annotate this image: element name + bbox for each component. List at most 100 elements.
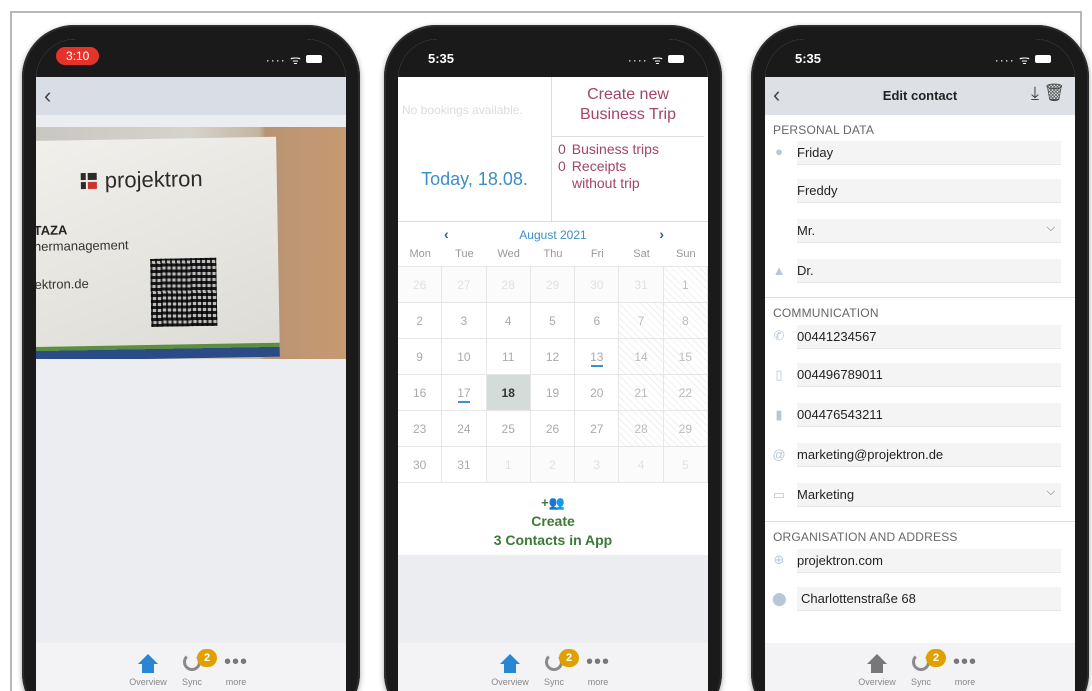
calendar-day[interactable]: 4	[619, 447, 664, 483]
title-field[interactable]: Dr.	[797, 259, 1061, 283]
status-icons: ···· ᯤ	[995, 51, 1051, 68]
calendar-day[interactable]: 30	[398, 447, 443, 483]
calendar-day[interactable]: 27	[442, 267, 487, 303]
section-organisation: ORGANISATION AND ADDRESS	[765, 521, 1075, 545]
calendar-day[interactable]: 2	[398, 303, 443, 339]
calendar-day[interactable]: 3	[442, 303, 487, 339]
street-field[interactable]: Charlottenstraße 68	[797, 587, 1061, 611]
calendar-day[interactable]: 20	[575, 375, 620, 411]
back-icon[interactable]: ‹	[44, 83, 51, 109]
create-business-trip-button[interactable]: Create new Business Trip	[551, 77, 704, 137]
status-icons: ···· ᯤ	[628, 51, 684, 68]
calendar-day[interactable]: 21	[619, 375, 664, 411]
tab-more[interactable]: ••• more	[568, 647, 628, 687]
phone-scan-screen: 3:10 ···· ᯤ ‹ projektron TAZA nermanagem…	[36, 39, 346, 691]
calendar-day[interactable]: 12	[530, 339, 576, 375]
status-time: 3:10	[56, 47, 100, 65]
calendar-day[interactable]: 28	[486, 267, 531, 303]
card-stripe	[36, 342, 280, 359]
calendar-day[interactable]: 10	[442, 339, 487, 375]
fax-icon: ▮	[775, 407, 783, 422]
first-name-field[interactable]: Friday	[797, 141, 1061, 165]
salutation-select[interactable]: Mr. ⌵	[797, 219, 1061, 243]
calendar-day[interactable]: 19	[530, 375, 576, 411]
next-month-icon[interactable]: ›	[659, 226, 664, 242]
battery-icon	[668, 55, 684, 63]
calendar-day[interactable]: 24	[442, 411, 487, 447]
tab-bar: Overview 2 Sync ••• more	[765, 643, 1075, 691]
calendar-day[interactable]: 30	[575, 267, 620, 303]
phone-icon: ✆	[773, 328, 785, 343]
calendar-day[interactable]: 4	[486, 303, 531, 339]
calendar-day[interactable]: 29	[530, 267, 576, 303]
nav-bar: ‹ Edit contact ⤓ 🗑	[765, 77, 1075, 115]
tab-more-label: more	[954, 677, 976, 687]
tab-more[interactable]: ••• more	[935, 647, 995, 687]
calendar-day[interactable]: 31	[619, 267, 664, 303]
mobile-field[interactable]: 004496789011	[797, 363, 1061, 387]
department-icon: ▭	[772, 487, 786, 502]
department-value: Marketing	[797, 487, 855, 502]
calendar-day[interactable]: 6	[575, 303, 620, 339]
home-icon	[500, 654, 520, 673]
status-time: 5:35	[428, 51, 455, 66]
trash-icon[interactable]: 🗑	[1043, 83, 1065, 103]
today-label[interactable]: Today, 18.08.	[398, 137, 551, 221]
tab-bar: Overview 2 Sync ••• more	[36, 643, 346, 691]
phone-edit-screen: 5:35 ···· ᯤ ‹ Edit contact ⤓ 🗑 PERSONAL …	[765, 39, 1075, 691]
tab-more[interactable]: ••• more	[206, 647, 266, 687]
calendar-day[interactable]: 9	[398, 339, 443, 375]
calendar-day[interactable]: 27	[575, 411, 620, 447]
calendar-day[interactable]: 15	[663, 339, 708, 375]
phone-field[interactable]: 00441234567	[797, 325, 1061, 349]
calendar-day[interactable]: 17	[442, 375, 487, 411]
chevron-down-icon: ⌵	[1046, 222, 1055, 234]
phone-overview-screen: 5:35 ···· ᯤ No bookings available. Creat…	[398, 39, 708, 691]
status-bar: 5:35 ···· ᯤ	[765, 39, 1075, 77]
weekday-label: Thu	[543, 248, 563, 260]
calendar-day[interactable]: 29	[663, 411, 708, 447]
calendar-day[interactable]: 3	[575, 447, 620, 483]
calendar-day[interactable]: 5	[663, 447, 708, 483]
website-field[interactable]: projektron.com	[797, 549, 1061, 573]
calendar-day[interactable]: 18	[486, 375, 531, 411]
fax-field[interactable]: 004476543211	[797, 403, 1061, 427]
camera-preview[interactable]: projektron TAZA nermanagement ektron.de	[36, 127, 346, 359]
calendar-day[interactable]: 5	[530, 303, 576, 339]
create-contacts-line2: 3 Contacts in App	[493, 532, 613, 548]
calendar-day[interactable]: 26	[398, 267, 443, 303]
card-role: nermanagement	[36, 237, 129, 254]
calendar-day[interactable]: 2	[530, 447, 576, 483]
email-field[interactable]: marketing@projektron.de	[797, 443, 1061, 467]
overview-header: No bookings available. Create new Busine…	[398, 77, 708, 221]
calendar-day[interactable]: 1	[486, 447, 531, 483]
home-icon	[867, 654, 887, 673]
create-contacts-button[interactable]: +👥 Create 3 Contacts in App	[398, 489, 708, 555]
calendar-day[interactable]: 8	[663, 303, 708, 339]
trip-stats[interactable]: 0 Business trips 0 Receipts without trip	[551, 137, 704, 221]
nav-bar: ‹	[36, 77, 346, 115]
calendar-day[interactable]: 7	[619, 303, 664, 339]
tab-more-label: more	[225, 677, 247, 687]
last-name-field[interactable]: Freddy	[797, 179, 1061, 203]
card-website: ektron.de	[36, 276, 89, 292]
calendar-day[interactable]: 22	[663, 375, 708, 411]
calendar-day[interactable]: 1	[663, 267, 708, 303]
weekday-label: Tue	[455, 248, 474, 260]
calendar-day[interactable]: 23	[398, 411, 443, 447]
calendar-day[interactable]: 16	[398, 375, 443, 411]
business-trips-label: Business trips	[571, 141, 659, 157]
tab-sync-label: Sync	[543, 677, 564, 687]
calendar-day[interactable]: 13	[575, 339, 620, 375]
phone-overview: 5:35 ···· ᯤ No bookings available. Creat…	[384, 25, 722, 691]
calendar-day[interactable]: 25	[486, 411, 531, 447]
calendar-day[interactable]: 26	[530, 411, 576, 447]
more-icon: •••	[223, 651, 248, 673]
calendar-day[interactable]: 28	[619, 411, 664, 447]
calendar-day[interactable]: 11	[486, 339, 531, 375]
business-card: projektron TAZA nermanagement ektron.de	[36, 136, 280, 359]
download-icon[interactable]: ⤓	[1031, 83, 1039, 104]
calendar-day[interactable]: 14	[619, 339, 664, 375]
department-select[interactable]: Marketing ⌵	[797, 483, 1061, 507]
calendar-day[interactable]: 31	[442, 447, 487, 483]
